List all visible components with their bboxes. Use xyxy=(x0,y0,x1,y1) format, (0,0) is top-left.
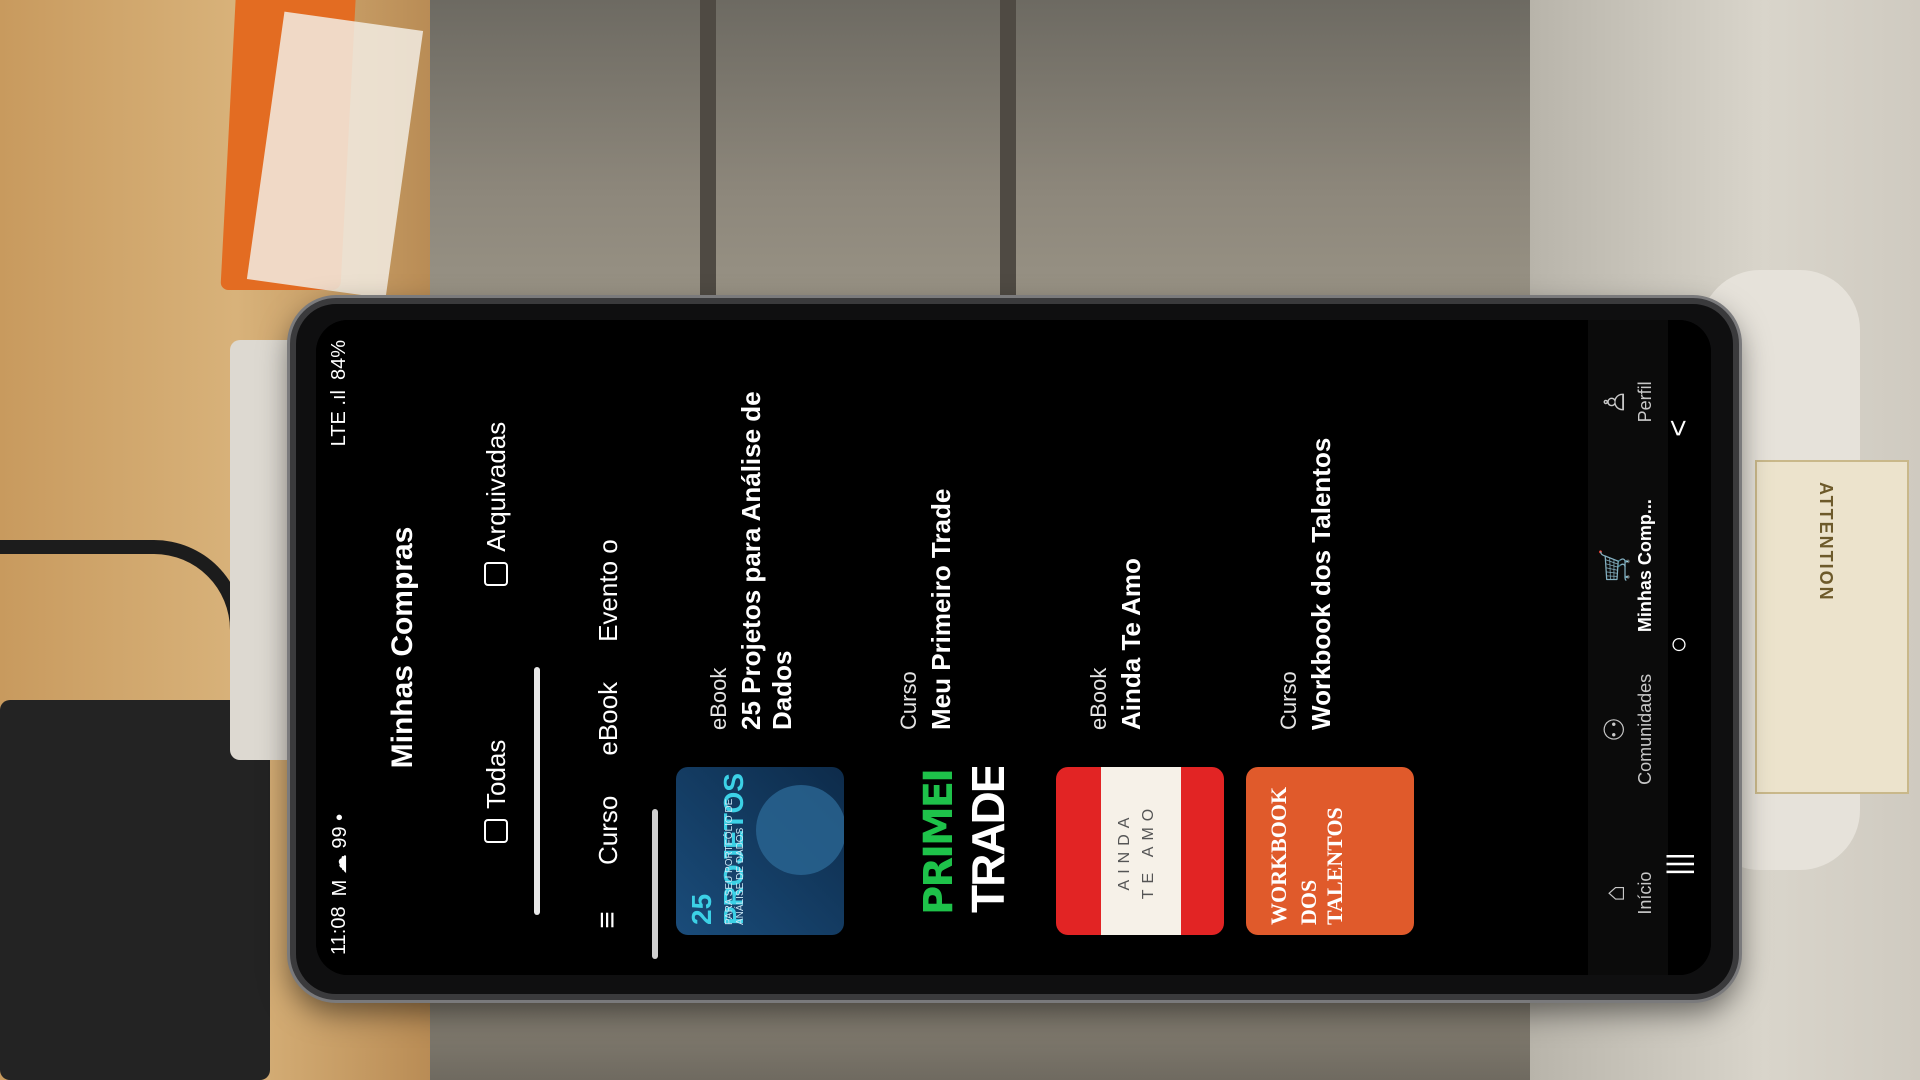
product-title: Ainda Te Amo xyxy=(1116,558,1146,730)
recents-button[interactable]: ||| xyxy=(1662,852,1696,875)
list-item[interactable]: WORKBOOK DOS TALENTOS Curso Workbook dos… xyxy=(1246,320,1416,975)
list-item[interactable]: 25 PROJETOS PARA SEU PORTFÓLIO DE ANÁLIS… xyxy=(676,320,846,975)
status-bar: 11:08 M ☁ 99 • LTE .ıl 84% xyxy=(316,320,362,975)
cart-icon: 🛒 xyxy=(1598,548,1630,584)
system-navigation-bar: ||| ○ < xyxy=(1646,320,1711,975)
camera-block xyxy=(0,700,270,1080)
thumbnail-subtitle: DOS TALENTOS xyxy=(1296,807,1347,925)
page-title: Minhas Compras xyxy=(386,526,419,769)
warning-label-text: ATTENTION xyxy=(1816,482,1836,602)
list-item[interactable]: PRIMEIRO TRADE Curso Meu Primeiro Trade xyxy=(866,320,1036,975)
product-title: Workbook dos Talentos xyxy=(1306,437,1336,730)
warning-label: ATTENTION xyxy=(1755,460,1909,794)
product-type: Curso xyxy=(896,671,921,730)
thumbnail-title: PRIMEIRO xyxy=(916,767,962,915)
tab-todas[interactable]: Todas xyxy=(466,648,526,936)
window-frame xyxy=(700,0,716,300)
app-header: Minhas Compras xyxy=(386,320,446,975)
thumbnail-subtitle: PARA SEU PORTFÓLIO DE ANÁLISE DE DADOS xyxy=(724,798,746,925)
tag-icon xyxy=(484,818,508,843)
battery-level: 84% xyxy=(327,340,350,381)
notification-icons: M ☁ 99 • xyxy=(328,813,351,897)
thumbnail-art xyxy=(756,785,844,875)
profile-icon: ♙ xyxy=(1598,389,1630,415)
thumbnail-subtitle: TRADE xyxy=(962,767,1014,913)
product-thumbnail: 25 PROJETOS PARA SEU PORTFÓLIO DE ANÁLIS… xyxy=(676,767,844,935)
filter-chip-curso[interactable]: Curso xyxy=(593,796,624,865)
product-thumbnail: WORKBOOK DOS TALENTOS xyxy=(1246,767,1414,935)
product-type: eBook xyxy=(706,667,731,730)
app-screen: 11:08 M ☁ 99 • LTE .ıl 84% Minhas Compra… xyxy=(316,320,1711,975)
product-thumbnail: PRIMEIRO TRADE xyxy=(866,767,1034,935)
tab-label: Arquivadas xyxy=(480,421,511,552)
product-type: eBook xyxy=(1086,667,1111,730)
status-time: 11:08 xyxy=(327,906,350,955)
product-type: Curso xyxy=(1276,671,1301,730)
phone: 11:08 M ☁ 99 • LTE .ıl 84% Minhas Compra… xyxy=(290,298,1739,1000)
filter-scroll-indicator xyxy=(652,320,658,975)
product-title: 25 Projetos para Análise de Dados xyxy=(736,391,797,730)
archive-icon xyxy=(484,561,508,586)
filter-bar: ≡ Curso eBook Evento o xyxy=(578,320,638,975)
home-button[interactable]: ○ xyxy=(1662,636,1696,654)
phone-screen: 11:08 M ☁ 99 • LTE .ıl 84% Minhas Compra… xyxy=(316,320,1711,975)
tab-arquivadas[interactable]: Arquivadas xyxy=(466,360,526,648)
window-view xyxy=(430,0,1530,320)
signal-icon: LTE .ıl xyxy=(327,390,350,447)
home-icon: ⌂ xyxy=(1598,884,1630,902)
thumbnail-title: AINDA xyxy=(1116,811,1133,891)
tab-label: Todas xyxy=(480,739,511,809)
back-button[interactable]: < xyxy=(1662,419,1696,437)
filter-icon[interactable]: ≡ xyxy=(591,905,625,935)
list-item[interactable]: AINDA TE AMO eBook Ainda Te Amo xyxy=(1056,320,1226,975)
filter-chip-evento[interactable]: Evento o xyxy=(593,539,624,642)
thumbnail-subtitle: TE AMO xyxy=(1140,802,1157,900)
filter-chip-ebook[interactable]: eBook xyxy=(593,682,624,756)
community-icon: ⚇ xyxy=(1598,716,1630,742)
thumbnail-title: WORKBOOK xyxy=(1266,786,1291,925)
product-title: Meu Primeiro Trade xyxy=(926,488,956,730)
window-frame xyxy=(1000,0,1016,300)
segment-tabs: Todas Arquivadas xyxy=(466,360,526,935)
product-thumbnail: AINDA TE AMO xyxy=(1056,767,1224,935)
